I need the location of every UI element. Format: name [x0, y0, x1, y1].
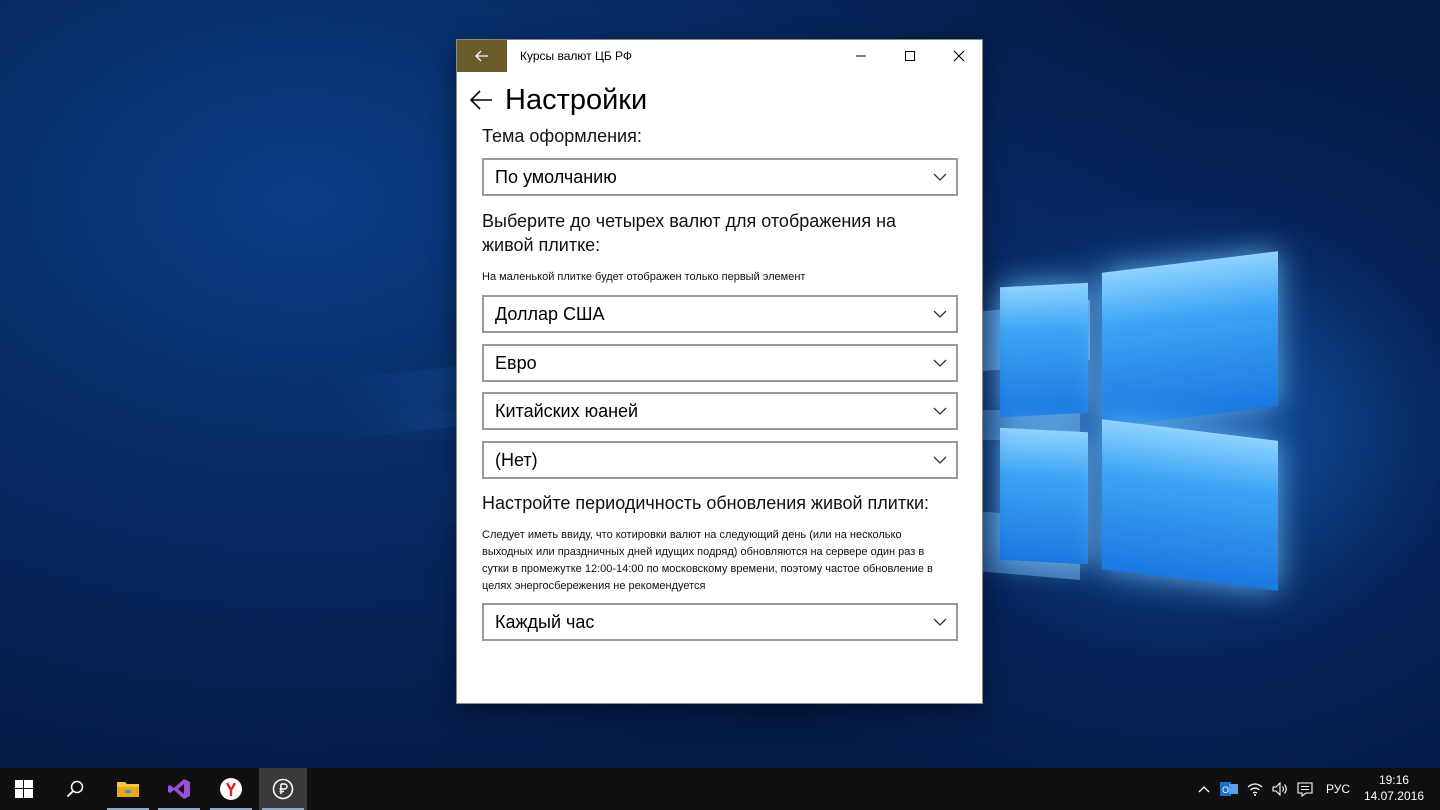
windows-logo-pane	[1102, 251, 1278, 428]
chevron-down-icon	[933, 407, 947, 415]
close-icon	[953, 50, 965, 62]
visual-studio-icon	[168, 779, 190, 799]
update-label: Настройте периодичность обновления живой…	[482, 493, 930, 513]
chevron-down-icon	[933, 456, 947, 464]
windows-logo-pane	[1102, 419, 1278, 591]
minimize-button[interactable]	[838, 40, 884, 72]
taskbar-yandex-browser[interactable]	[207, 768, 255, 810]
currency-combobox-2[interactable]: Евро	[482, 344, 958, 382]
page-title: Настройки	[505, 83, 648, 116]
combobox-value: Каждый час	[495, 612, 595, 632]
volume-tray-button[interactable]	[1269, 768, 1291, 810]
theme-combobox[interactable]: По умолчанию	[482, 158, 958, 196]
currencies-note: На маленькой плитке будет отображен толь…	[482, 271, 806, 283]
chevron-down-icon	[933, 310, 947, 318]
clock-date: 14.07.2016	[1363, 789, 1424, 803]
page-header: Настройки	[469, 82, 647, 118]
taskbar-visual-studio[interactable]	[155, 768, 203, 810]
outlook-icon: O	[1220, 782, 1238, 796]
language-label: РУС	[1325, 782, 1351, 796]
currency-combobox-3[interactable]: Китайских юаней	[482, 392, 958, 430]
search-button[interactable]	[51, 768, 99, 810]
action-center-icon	[1297, 781, 1313, 797]
language-indicator[interactable]: РУС	[1320, 768, 1356, 810]
start-button[interactable]	[0, 768, 48, 810]
taskbar-file-explorer[interactable]	[104, 768, 152, 810]
show-hidden-icons-button[interactable]	[1194, 768, 1214, 810]
theme-label: Тема оформления:	[482, 126, 642, 146]
currencies-label: Выберите до четырех валют для отображени…	[482, 211, 897, 255]
maximize-button[interactable]	[887, 40, 933, 72]
speaker-icon	[1272, 782, 1287, 796]
close-button[interactable]	[936, 40, 982, 72]
update-note: Следует иметь ввиду, что котировки валют…	[482, 529, 933, 592]
back-arrow-icon	[475, 50, 488, 62]
combobox-value: Евро	[495, 353, 537, 373]
currency-combobox-1[interactable]: Доллар США	[482, 295, 958, 333]
windows-logo-pane	[1000, 427, 1088, 565]
windows-logo-pane	[1000, 282, 1088, 418]
yandex-browser-icon	[220, 778, 242, 800]
taskbar: O РУС 19:16 14.07.2016	[0, 768, 1440, 810]
taskbar-currency-app[interactable]	[259, 768, 307, 810]
window-title: Курсы валют ЦБ РФ	[520, 49, 633, 63]
app-window: Курсы валют ЦБ РФ Настройки Тема оформле…	[456, 39, 983, 704]
combobox-value: (Нет)	[495, 450, 538, 470]
title-bar: Курсы валют ЦБ РФ	[457, 40, 982, 72]
update-frequency-combobox[interactable]: Каждый час	[482, 603, 958, 641]
titlebar-back-button[interactable]	[457, 40, 507, 72]
windows-start-icon	[15, 780, 33, 798]
chevron-down-icon	[933, 618, 947, 626]
chevron-down-icon	[933, 173, 947, 181]
search-icon	[66, 780, 84, 798]
clock-time: 19:16	[1378, 773, 1409, 787]
combobox-value: Китайских юаней	[495, 401, 639, 421]
combobox-value: Доллар США	[495, 304, 605, 324]
combobox-value: По умолчанию	[495, 167, 617, 187]
maximize-icon	[905, 51, 915, 61]
file-explorer-icon	[117, 782, 139, 797]
minimize-icon	[856, 55, 866, 57]
clock[interactable]: 19:16 14.07.2016	[1364, 772, 1424, 804]
chevron-up-icon	[1198, 786, 1210, 793]
back-arrow-icon[interactable]	[469, 89, 493, 111]
chevron-down-icon	[933, 359, 947, 367]
network-tray-button[interactable]	[1244, 768, 1266, 810]
currency-app-icon	[272, 778, 294, 800]
currency-combobox-4[interactable]: (Нет)	[482, 441, 958, 479]
action-center-button[interactable]	[1294, 768, 1316, 810]
svg-text:O: O	[1222, 785, 1229, 795]
outlook-tray-button[interactable]: O	[1218, 768, 1240, 810]
wifi-icon	[1247, 783, 1263, 796]
